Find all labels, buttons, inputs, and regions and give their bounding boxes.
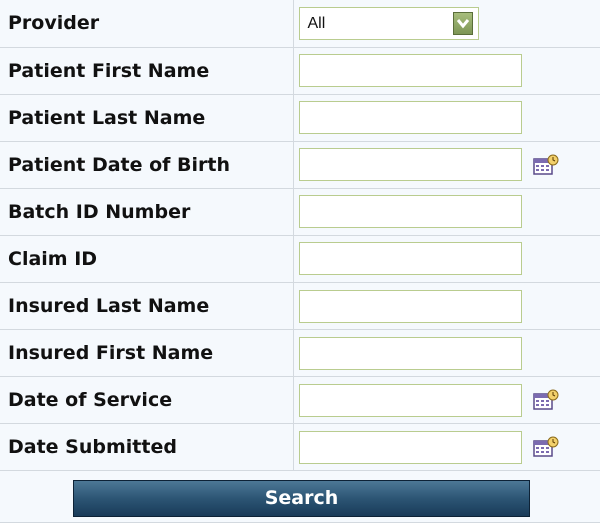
chevron-down-icon[interactable] <box>452 11 473 35</box>
form-row-patient-first-name: Patient First Name <box>0 46 600 95</box>
form-row-patient-dob: Patient Date of Birth <box>0 140 600 189</box>
patient-last-name-label: Patient Last Name <box>0 93 294 142</box>
patient-dob-label: Patient Date of Birth <box>0 140 294 189</box>
provider-select[interactable]: All <box>298 6 479 40</box>
claim-id-label: Claim ID <box>0 234 294 283</box>
insured-last-name-label: Insured Last Name <box>0 281 294 331</box>
calendar-icon[interactable] <box>532 154 559 176</box>
date-submitted-label: Date Submitted <box>0 423 294 472</box>
form-row-claim-id: Claim ID <box>0 234 600 283</box>
batch-id-input[interactable] <box>298 195 522 229</box>
date-submitted-input[interactable] <box>298 430 522 464</box>
calendar-icon[interactable] <box>532 436 559 458</box>
patient-first-name-label: Patient First Name <box>0 46 294 95</box>
form-row-date-of-service: Date of Service <box>0 376 600 425</box>
form-row-batch-id: Batch ID Number <box>0 187 600 236</box>
insured-first-name-label: Insured First Name <box>0 329 294 378</box>
form-row-insured-first-name: Insured First Name <box>0 329 600 378</box>
form-row-provider: Provider All <box>0 0 600 48</box>
date-of-service-label: Date of Service <box>0 376 294 425</box>
provider-selected-value: All <box>307 14 326 32</box>
patient-first-name-input[interactable] <box>298 54 522 88</box>
insured-last-name-input[interactable] <box>298 289 522 323</box>
form-row-insured-last-name: Insured Last Name <box>0 281 600 331</box>
patient-dob-input[interactable] <box>298 148 522 182</box>
batch-id-label: Batch ID Number <box>0 187 294 236</box>
patient-last-name-input[interactable] <box>298 101 522 135</box>
claim-id-input[interactable] <box>298 242 522 276</box>
insured-first-name-input[interactable] <box>298 336 522 370</box>
search-form: Provider All Patient First Name Patient … <box>0 0 600 523</box>
provider-label: Provider <box>0 0 294 48</box>
calendar-icon[interactable] <box>532 389 559 411</box>
search-button[interactable]: Search <box>73 480 530 517</box>
form-row-patient-last-name: Patient Last Name <box>0 93 600 142</box>
form-row-date-submitted: Date Submitted <box>0 423 600 472</box>
date-of-service-input[interactable] <box>298 383 522 417</box>
